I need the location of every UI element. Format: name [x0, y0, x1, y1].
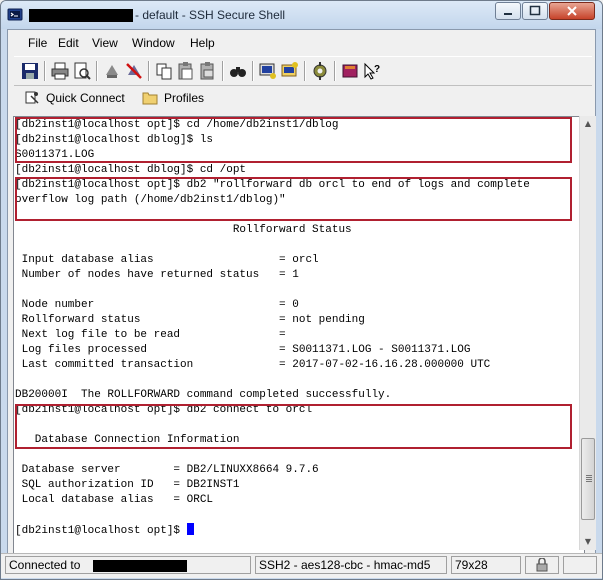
terminal-line: Next log file to be read = — [15, 328, 575, 343]
toolbar-separator — [304, 61, 306, 81]
maximize-icon — [529, 5, 541, 16]
scroll-up-arrow-icon[interactable]: ▲ — [580, 116, 596, 132]
terminal-line: Database server = DB2/LINUXX8664 9.7.6 — [15, 463, 575, 478]
terminal-cursor — [186, 523, 194, 535]
title-bar[interactable]: - default - SSH Secure Shell — [1, 1, 602, 29]
status-bar: Connected to SSH2 - aes128-cbc - hmac-md… — [1, 553, 602, 578]
menu-help[interactable]: Help — [190, 36, 215, 50]
terminal-line: Rollforward status = not pending — [15, 313, 575, 328]
terminal-line: [db2inst1@localhost dblog]$ cd /opt — [15, 163, 575, 178]
terminal-line-text: Next log file to be read = — [15, 329, 286, 341]
terminal-line-text: Rollforward Status — [15, 224, 352, 236]
terminal-output[interactable]: [db2inst1@localhost opt]$ cd /home/db2in… — [13, 116, 585, 556]
folder-icon — [142, 92, 158, 105]
highlight-box-rollforward — [15, 177, 572, 221]
toolbar-separator — [96, 61, 98, 81]
close-button[interactable] — [549, 2, 595, 20]
menu-bar: File Edit View Window Help — [8, 32, 595, 54]
menu-window[interactable]: Window — [132, 36, 175, 50]
settings-icon[interactable] — [310, 61, 330, 81]
terminal-line-text: [db2inst1@localhost opt]$ — [15, 525, 187, 537]
terminal-line-text: [db2inst1@localhost dblog]$ cd /opt — [15, 164, 247, 176]
terminal-line-text: Node number = 0 — [15, 299, 299, 311]
terminal-line-text: Database server = DB2/LINUXX8664 9.7.6 — [15, 464, 319, 476]
terminal-line-text: Local database alias = ORCL — [15, 494, 214, 506]
status-cipher: SSH2 - aes128-cbc - hmac-md5 — [255, 556, 447, 574]
menu-view[interactable]: View — [92, 36, 118, 50]
close-icon — [567, 6, 577, 16]
copy-icon[interactable] — [154, 61, 174, 81]
save-icon[interactable] — [20, 61, 40, 81]
scroll-thumb[interactable] — [581, 438, 595, 520]
paste-icon[interactable] — [176, 61, 196, 81]
profiles-label: Profiles — [164, 91, 205, 105]
terminal-line-text: SQL authorization ID = DB2INST1 — [15, 479, 240, 491]
paste-selection-icon[interactable] — [198, 61, 218, 81]
scroll-down-arrow-icon[interactable]: ▼ — [580, 534, 596, 550]
quick-connect-icon — [25, 91, 39, 104]
terminal-line: Last committed transaction = 2017-07-02-… — [15, 358, 575, 373]
print-preview-icon[interactable] — [72, 61, 92, 81]
connect-icon[interactable] — [102, 61, 122, 81]
terminal-line: SQL authorization ID = DB2INST1 — [15, 478, 575, 493]
new-terminal-icon[interactable] — [258, 61, 278, 81]
quick-connect-button[interactable]: Quick Connect — [18, 86, 132, 112]
terminal-line: Node number = 0 — [15, 298, 575, 313]
toolbar-separator — [222, 61, 224, 81]
print-icon[interactable] — [50, 61, 70, 81]
profiles-button[interactable]: Profiles — [136, 86, 210, 112]
terminal-line-text: Input database alias = orcl — [15, 254, 319, 266]
terminal-line-text: Log files processed = S0011371.LOG - S00… — [15, 344, 471, 356]
terminal-line-text: Last committed transaction = 2017-07-02-… — [15, 359, 491, 371]
toolbar-separator — [148, 61, 150, 81]
ssh-window: - default - SSH Secure Shell File Edit V… — [0, 0, 603, 580]
disconnect-icon[interactable] — [124, 61, 144, 81]
redacted-host — [29, 9, 133, 22]
terminal-line: DB20000I The ROLLFORWARD command complet… — [15, 388, 575, 403]
menu-file[interactable]: File — [28, 36, 47, 50]
menu-edit[interactable]: Edit — [58, 36, 79, 50]
terminal-line: [db2inst1@localhost opt]$ — [15, 523, 575, 538]
toolbar-separator — [334, 61, 336, 81]
terminal-line: Rollforward Status — [15, 223, 575, 238]
terminal-line-text: Number of nodes have returned status = 1 — [15, 269, 299, 281]
terminal-line: Log files processed = S0011371.LOG - S00… — [15, 343, 575, 358]
svg-text:?: ? — [374, 64, 380, 75]
context-help-icon[interactable]: ? — [362, 61, 382, 81]
terminal-line: Input database alias = orcl — [15, 253, 575, 268]
highlight-box-ls — [15, 117, 572, 163]
terminal-line: Local database alias = ORCL — [15, 493, 575, 508]
quick-connect-label: Quick Connect — [46, 91, 125, 105]
new-file-transfer-icon[interactable] — [280, 61, 300, 81]
minimize-icon — [504, 13, 512, 15]
status-terminal-size: 79x28 — [451, 556, 521, 574]
status-connected-label: Connected to — [9, 558, 81, 572]
help-book-icon[interactable] — [340, 61, 360, 81]
vertical-scrollbar[interactable]: ▲ ▼ — [579, 116, 596, 550]
terminal-line-text: DB20000I The ROLLFORWARD command complet… — [15, 389, 392, 401]
maximize-button[interactable] — [522, 2, 548, 20]
toolbar: ? — [14, 56, 592, 86]
ssh-app-icon — [7, 8, 23, 21]
status-lock-panel — [525, 556, 559, 574]
window-title: - default - SSH Secure Shell — [135, 8, 286, 22]
lock-icon — [536, 558, 548, 572]
toolbar-separator — [44, 61, 46, 81]
status-extra-panel — [563, 556, 597, 574]
terminal-line-text: Rollforward status = not pending — [15, 314, 365, 326]
terminal-line: Number of nodes have returned status = 1 — [15, 268, 575, 283]
toolbar-separator — [252, 61, 254, 81]
minimize-button[interactable] — [495, 2, 521, 20]
highlight-box-connect — [15, 404, 572, 449]
redacted-host — [93, 560, 187, 572]
find-icon[interactable] — [228, 61, 248, 81]
profile-bar: Quick Connect Profiles — [14, 86, 592, 112]
